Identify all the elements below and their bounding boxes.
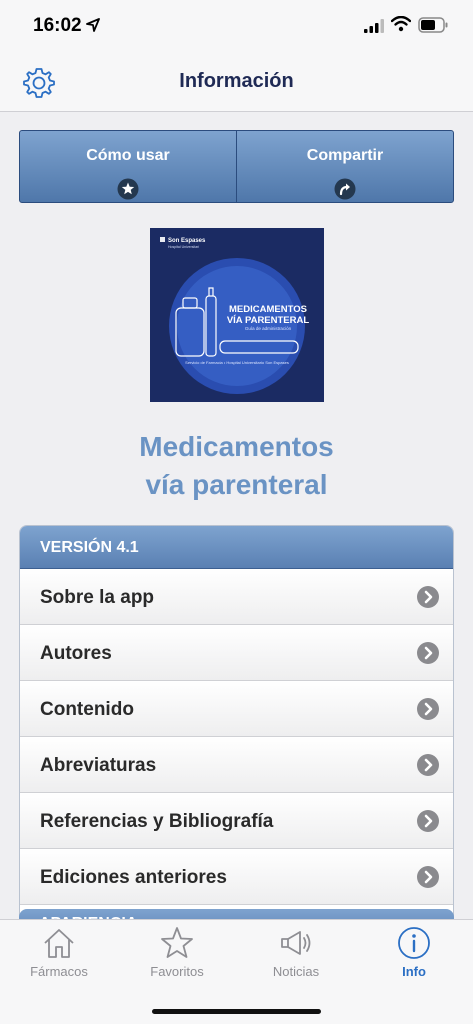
menu-item-label: Autores	[40, 643, 112, 664]
share-label: Compartir	[306, 147, 384, 164]
page-title: Información	[179, 70, 294, 92]
chevron-right-icon	[417, 754, 439, 776]
wifi-icon	[391, 16, 411, 32]
status-bar: 16:02	[0, 0, 473, 52]
battery-icon	[418, 17, 448, 33]
star-icon	[161, 927, 193, 958]
app-name-line2: vía parenteral	[145, 469, 328, 500]
menu-item-about[interactable]: Sobre la app	[20, 569, 453, 625]
chevron-right-icon	[417, 586, 439, 608]
tab-farmacos[interactable]: Fármacos	[0, 926, 118, 986]
tab-favoritos[interactable]: Favoritos	[118, 926, 236, 986]
share-icon	[334, 178, 356, 200]
chevron-right-icon	[417, 810, 439, 832]
signal-icon	[364, 19, 384, 33]
action-bar: Cómo usar Compartir	[19, 130, 454, 203]
content-area[interactable]: Cómo usar Compartir Son Espases Hospital…	[0, 113, 473, 919]
nav-bar: Información	[0, 52, 473, 112]
tab-info[interactable]: Info	[355, 926, 473, 986]
app-name-line1: Medicamentos	[139, 431, 334, 462]
menu-item-content[interactable]: Contenido	[20, 681, 453, 737]
tab-label: Noticias	[272, 964, 320, 979]
menu-item-label: Contenido	[40, 699, 134, 720]
chevron-right-icon	[417, 642, 439, 664]
menu-item-label: Referencias y Bibliografía	[40, 811, 274, 832]
logo-footer: Servicio de Farmacia • Hospital Universi…	[185, 360, 289, 365]
menu-item-abbreviations[interactable]: Abreviaturas	[20, 737, 453, 793]
star-icon	[117, 178, 139, 200]
logo-title-line1: MEDICAMENTOS	[229, 304, 307, 315]
share-button[interactable]: Compartir	[236, 131, 453, 202]
tab-label: Info	[402, 964, 426, 979]
chevron-right-icon	[417, 698, 439, 720]
version-section: VERSIÓN 4.1 Sobre la app Autores Conteni…	[19, 525, 454, 919]
appearance-section-header: APARIENCIA	[19, 909, 454, 919]
tab-noticias[interactable]: Noticias	[237, 926, 355, 986]
menu-item-label: Ediciones anteriores	[40, 867, 227, 888]
megaphone-icon	[281, 931, 311, 955]
menu-item-label: Sobre la app	[40, 587, 155, 608]
menu-item-previous-editions[interactable]: Ediciones anteriores	[20, 849, 453, 905]
info-icon	[398, 927, 430, 959]
chevron-right-icon	[417, 866, 439, 888]
menu-item-authors[interactable]: Autores	[20, 625, 453, 681]
logo-title-line2: VÍA PARENTERAL	[227, 315, 310, 326]
location-arrow-icon	[86, 18, 100, 32]
how-to-use-label: Cómo usar	[86, 147, 170, 164]
version-header: VERSIÓN 4.1	[20, 526, 453, 569]
how-to-use-button[interactable]: Cómo usar	[20, 131, 236, 202]
menu-item-references[interactable]: Referencias y Bibliografía	[20, 793, 453, 849]
status-time: 16:02	[33, 15, 82, 36]
tab-label: Favoritos	[150, 964, 204, 979]
app-logo: Son Espases Hospital Universitari MEDICA…	[150, 228, 324, 402]
app-name: Medicamentos vía parenteral	[0, 428, 473, 504]
logo-brand-sub: Hospital Universitari	[168, 245, 199, 249]
menu-item-label: Abreviaturas	[40, 755, 157, 776]
home-icon	[44, 929, 74, 958]
home-indicator	[152, 1009, 321, 1014]
logo-brand: Son Espases	[168, 238, 206, 244]
tab-label: Fármacos	[30, 964, 88, 979]
logo-subtitle: Guía de administración	[245, 326, 292, 331]
